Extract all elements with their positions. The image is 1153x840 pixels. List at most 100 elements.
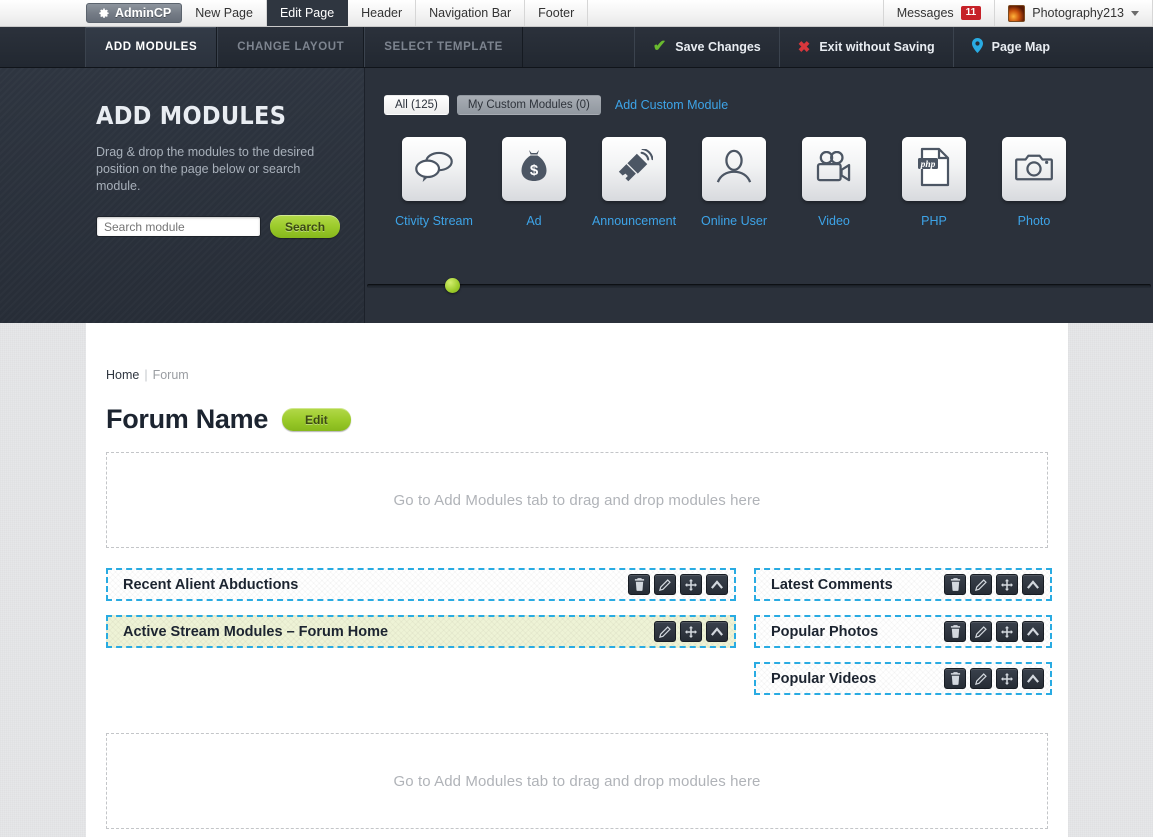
dropzone-bottom-label: Go to Add Modules tab to drag and drop m… bbox=[393, 773, 760, 790]
module-item-video[interactable]: Video bbox=[784, 137, 884, 228]
module-item-announcement[interactable]: Announcement bbox=[584, 137, 684, 228]
module-item-photo[interactable]: Photo bbox=[984, 137, 1084, 228]
collapse-icon[interactable] bbox=[1022, 668, 1044, 689]
pencil-icon[interactable] bbox=[970, 668, 992, 689]
camera-icon bbox=[1015, 152, 1053, 187]
module-item-php[interactable]: php PHP bbox=[884, 137, 984, 228]
module-icon-box bbox=[1002, 137, 1066, 201]
right-module-column: Latest Comments Popular Photos bbox=[754, 568, 1052, 709]
search-input[interactable] bbox=[96, 216, 261, 237]
module-row-latest-comments[interactable]: Latest Comments bbox=[754, 568, 1052, 601]
nav-tab-navigation-bar[interactable]: Navigation Bar bbox=[416, 0, 525, 26]
module-icon-box: php bbox=[902, 137, 966, 201]
panel-info-column: ADD MODULES Drag & drop the modules to t… bbox=[0, 68, 365, 323]
module-label: Ad bbox=[526, 214, 541, 228]
save-changes-label: Save Changes bbox=[675, 40, 760, 54]
move-icon[interactable] bbox=[680, 621, 702, 642]
module-list: Ctivity Stream $ Ad bbox=[384, 137, 1153, 228]
module-label: Ctivity Stream bbox=[395, 214, 473, 228]
user-menu[interactable]: Photography213 bbox=[994, 0, 1153, 26]
move-icon[interactable] bbox=[680, 574, 702, 595]
nav-tab-footer[interactable]: Footer bbox=[525, 0, 588, 26]
module-row-popular-photos[interactable]: Popular Photos bbox=[754, 615, 1052, 648]
gear-icon bbox=[97, 7, 110, 20]
move-icon[interactable] bbox=[996, 574, 1018, 595]
filter-chip-label: My Custom Modules (0) bbox=[468, 99, 590, 111]
page-map-button[interactable]: Page Map bbox=[953, 27, 1068, 67]
breadcrumb-separator: | bbox=[144, 368, 147, 382]
trash-icon[interactable] bbox=[944, 668, 966, 689]
move-icon[interactable] bbox=[996, 668, 1018, 689]
module-row-active-stream-modules[interactable]: Active Stream Modules – Forum Home bbox=[106, 615, 736, 648]
page-title-row: Forum Name Edit bbox=[106, 404, 1048, 435]
slider-knob[interactable] bbox=[445, 278, 460, 293]
page-canvas: Home | Forum Forum Name Edit Go to Add Mod… bbox=[0, 323, 1153, 837]
toolbar-right-spacer bbox=[1068, 27, 1153, 67]
dropzone-bottom[interactable]: Go to Add Modules tab to drag and drop m… bbox=[106, 733, 1048, 829]
map-pin-icon bbox=[972, 38, 983, 56]
breadcrumb-home[interactable]: Home bbox=[106, 368, 139, 382]
module-item-ad[interactable]: $ Ad bbox=[484, 137, 584, 228]
pencil-icon[interactable] bbox=[970, 574, 992, 595]
module-row-tools bbox=[944, 574, 1044, 595]
toolbar-tabs: ADD MODULES CHANGE LAYOUT SELECT TEMPLAT… bbox=[0, 27, 523, 67]
collapse-icon[interactable] bbox=[706, 621, 728, 642]
filter-chip-all[interactable]: All (125) bbox=[384, 95, 449, 115]
module-label: Announcement bbox=[592, 214, 676, 228]
money-bag-icon: $ bbox=[519, 148, 549, 191]
pencil-icon[interactable] bbox=[970, 621, 992, 642]
collapse-icon[interactable] bbox=[1022, 621, 1044, 642]
trash-icon[interactable] bbox=[944, 621, 966, 642]
add-modules-panel: ADD MODULES Drag & drop the modules to t… bbox=[0, 68, 1153, 323]
module-row-recent-alient-abductions[interactable]: Recent Alient Abductions bbox=[106, 568, 736, 601]
move-icon[interactable] bbox=[996, 621, 1018, 642]
editor-toolbar: ADD MODULES CHANGE LAYOUT SELECT TEMPLAT… bbox=[0, 27, 1153, 68]
breadcrumb: Home | Forum bbox=[106, 368, 1048, 382]
module-columns: Recent Alient Abductions bbox=[106, 568, 1048, 709]
module-item-ctivity-stream[interactable]: Ctivity Stream bbox=[384, 137, 484, 228]
trash-icon[interactable] bbox=[628, 574, 650, 595]
dropzone-top[interactable]: Go to Add Modules tab to drag and drop m… bbox=[106, 452, 1048, 548]
module-row-title: Popular Videos bbox=[771, 671, 876, 687]
nav-tab-label: Header bbox=[361, 6, 402, 20]
collapse-icon[interactable] bbox=[1022, 574, 1044, 595]
module-icon-box bbox=[602, 137, 666, 201]
pencil-icon[interactable] bbox=[654, 621, 676, 642]
module-carousel-slider[interactable] bbox=[365, 284, 1153, 288]
filter-chip-my-custom-modules[interactable]: My Custom Modules (0) bbox=[457, 95, 601, 115]
search-button[interactable]: Search bbox=[270, 215, 340, 238]
module-row-title: Popular Photos bbox=[771, 624, 878, 640]
slider-track[interactable] bbox=[367, 284, 1151, 288]
exit-without-saving-label: Exit without Saving bbox=[819, 40, 934, 54]
save-changes-button[interactable]: ✔ Save Changes bbox=[634, 27, 779, 67]
top-nav-left-group: AdminCP New Page Edit Page Header Naviga… bbox=[0, 0, 588, 26]
module-row-title: Active Stream Modules – Forum Home bbox=[123, 624, 388, 640]
pencil-icon[interactable] bbox=[654, 574, 676, 595]
nav-tab-label: Navigation Bar bbox=[429, 6, 511, 20]
module-item-online-user[interactable]: Online User bbox=[684, 137, 784, 228]
breadcrumb-current: Forum bbox=[153, 368, 189, 382]
cross-icon: ✖ bbox=[798, 40, 811, 55]
exit-without-saving-button[interactable]: ✖ Exit without Saving bbox=[779, 27, 953, 67]
module-row-popular-videos[interactable]: Popular Videos bbox=[754, 662, 1052, 695]
top-nav-right-group: Messages 11 Photography213 bbox=[883, 0, 1153, 26]
user-name-label: Photography213 bbox=[1032, 6, 1124, 20]
nav-tab-new-page[interactable]: New Page bbox=[182, 0, 267, 26]
nav-tab-header[interactable]: Header bbox=[348, 0, 416, 26]
edit-title-button[interactable]: Edit bbox=[282, 408, 351, 431]
admincp-button[interactable]: AdminCP bbox=[86, 3, 182, 23]
nav-tab-label: Edit Page bbox=[280, 6, 334, 20]
module-icon-box bbox=[402, 137, 466, 201]
nav-tab-edit-page[interactable]: Edit Page bbox=[267, 0, 348, 26]
panel-description: Drag & drop the modules to the desired p… bbox=[96, 144, 326, 195]
toolbar-tab-change-layout[interactable]: CHANGE LAYOUT bbox=[217, 27, 364, 67]
toolbar-tab-add-modules[interactable]: ADD MODULES bbox=[85, 27, 217, 67]
admincp-label: AdminCP bbox=[115, 6, 171, 20]
svg-text:php: php bbox=[920, 160, 936, 170]
add-custom-module-link[interactable]: Add Custom Module bbox=[615, 98, 728, 112]
toolbar-tab-select-template[interactable]: SELECT TEMPLATE bbox=[364, 27, 523, 67]
collapse-icon[interactable] bbox=[706, 574, 728, 595]
messages-button[interactable]: Messages 11 bbox=[883, 0, 995, 26]
trash-icon[interactable] bbox=[944, 574, 966, 595]
top-navigation-bar: AdminCP New Page Edit Page Header Naviga… bbox=[0, 0, 1153, 27]
